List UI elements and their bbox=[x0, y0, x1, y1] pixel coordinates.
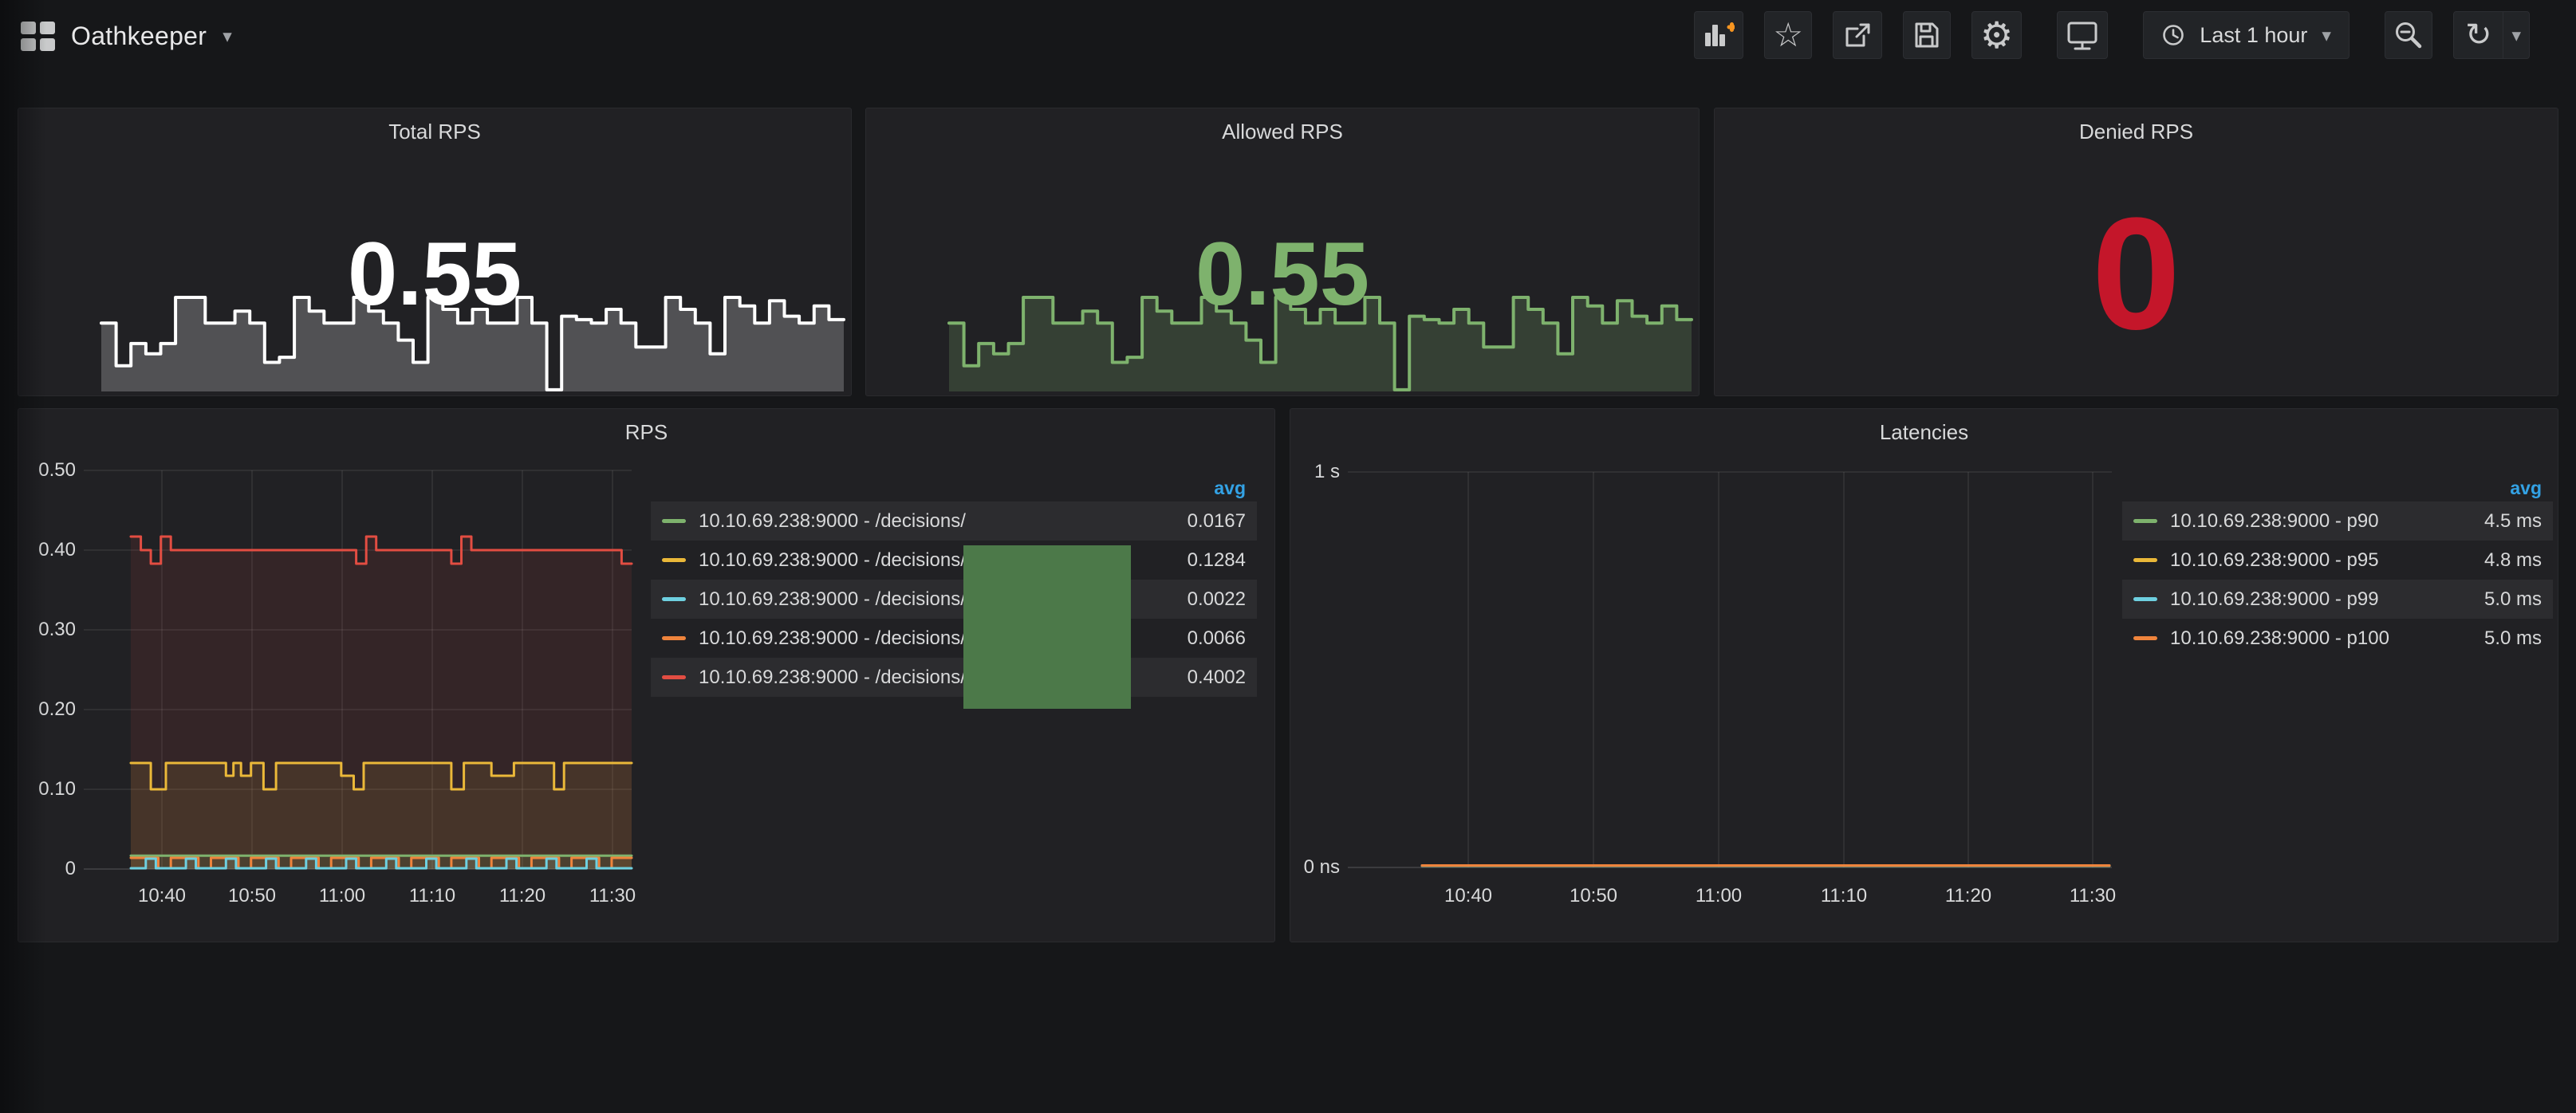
refresh-icon: ↻ bbox=[2465, 19, 2492, 51]
series-color-dash bbox=[662, 558, 686, 562]
latencies-chart bbox=[1348, 472, 2112, 867]
legend-series-avg-value: 5.0 ms bbox=[2468, 627, 2542, 650]
legend-series-label: 10.10.69.238:9000 - p90 bbox=[2170, 510, 2379, 533]
legend-rows: 10.10.69.238:9000 - p904.5 ms10.10.69.23… bbox=[2122, 501, 2553, 658]
legend-row[interactable]: 10.10.69.238:9000 - /decisions/0.4002 bbox=[651, 658, 1257, 697]
panel-title-denied-rps[interactable]: Denied RPS bbox=[1715, 120, 2558, 144]
legend-series-label: 10.10.69.238:9000 - p95 bbox=[2170, 549, 2379, 572]
legend-row[interactable]: 10.10.69.238:9000 - p100 5.0 ms bbox=[2122, 619, 2553, 658]
series-color-dash bbox=[662, 519, 686, 523]
legend-series-label: 10.10.69.238:9000 - /decisions/ bbox=[699, 588, 966, 611]
legend-rows: 10.10.69.238:9000 - /decisions/0.016710.… bbox=[651, 501, 1257, 697]
add-panel-icon bbox=[1703, 21, 1735, 49]
zoom-out-button[interactable] bbox=[2385, 11, 2432, 59]
time-range-label: Last 1 hour bbox=[2200, 23, 2307, 48]
series-color-dash bbox=[2133, 558, 2157, 562]
save-button[interactable] bbox=[1903, 11, 1951, 59]
legend-row[interactable]: 10.10.69.238:9000 - p90 4.5 ms bbox=[2122, 501, 2553, 541]
panel-denied-rps: Denied RPS 0 bbox=[1714, 108, 2558, 396]
caret-down-icon: ▾ bbox=[223, 27, 232, 45]
navbar-actions: ☆ ⚙ Last 1 hour ▾ bbox=[1694, 11, 2530, 59]
legend-series-avg-value: 0.0066 bbox=[1172, 627, 1246, 650]
clock-icon bbox=[2161, 23, 2185, 47]
stat-value-total-rps: 0.55 bbox=[18, 230, 851, 319]
panel-title-total-rps[interactable]: Total RPS bbox=[18, 120, 851, 144]
refresh-button-group: ↻ ▾ bbox=[2453, 11, 2530, 59]
refresh-button[interactable]: ↻ bbox=[2454, 12, 2503, 58]
rps-legend: avg 10.10.69.238:9000 - /decisions/0.016… bbox=[651, 474, 1257, 697]
share-button[interactable] bbox=[1833, 11, 1882, 59]
legend-series-label: 10.10.69.238:9000 - /decisions/ bbox=[699, 627, 966, 650]
panel-title-rps[interactable]: RPS bbox=[18, 420, 1274, 445]
monitor-icon bbox=[2066, 19, 2099, 51]
legend-avg-header[interactable]: avg bbox=[651, 474, 1257, 501]
dashboard-grid-icon bbox=[21, 22, 55, 51]
legend-avg-header[interactable]: avg bbox=[2122, 474, 2553, 501]
legend-row[interactable]: 10.10.69.238:9000 - /decisions/0.0066 bbox=[651, 619, 1257, 658]
add-panel-button[interactable] bbox=[1694, 11, 1743, 59]
latencies-legend: avg 10.10.69.238:9000 - p904.5 ms10.10.6… bbox=[2122, 474, 2553, 658]
zoom-out-icon bbox=[2393, 20, 2424, 50]
legend-series-avg-value: 0.0167 bbox=[1172, 510, 1246, 533]
legend-series-label: 10.10.69.238:9000 - /decisions/ bbox=[699, 667, 966, 689]
settings-button[interactable]: ⚙ bbox=[1971, 11, 2022, 59]
green-overlay-region bbox=[963, 545, 1131, 709]
legend-series-avg-value: 4.5 ms bbox=[2468, 510, 2542, 533]
legend-row[interactable]: 10.10.69.238:9000 - /decisions/0.0167 bbox=[651, 501, 1257, 541]
legend-series-avg-value: 0.1284 bbox=[1172, 549, 1246, 572]
gear-icon: ⚙ bbox=[1980, 17, 2013, 53]
rps-plot-area[interactable] bbox=[84, 470, 632, 869]
share-icon bbox=[1841, 20, 1873, 50]
series-color-dash bbox=[2133, 636, 2157, 640]
stat-value-allowed-rps: 0.55 bbox=[866, 230, 1699, 319]
legend-row[interactable]: 10.10.69.238:9000 - /decisions/0.1284 bbox=[651, 541, 1257, 580]
legend-series-label: 10.10.69.238:9000 - /decisions/ bbox=[699, 549, 966, 572]
panel-total-rps: Total RPS 0.55 bbox=[18, 108, 852, 396]
caret-down-icon: ▾ bbox=[2322, 26, 2331, 45]
series-color-dash bbox=[662, 675, 686, 679]
latencies-plot-area[interactable] bbox=[1348, 472, 2112, 867]
save-icon bbox=[1912, 20, 1942, 50]
legend-series-label: 10.10.69.238:9000 - /decisions/ bbox=[699, 510, 966, 533]
refresh-interval-dropdown[interactable]: ▾ bbox=[2503, 12, 2529, 58]
series-color-dash bbox=[662, 636, 686, 640]
star-icon: ☆ bbox=[1773, 18, 1803, 52]
legend-series-label: 10.10.69.238:9000 - p100 bbox=[2170, 627, 2389, 650]
legend-series-avg-value: 5.0 ms bbox=[2468, 588, 2542, 611]
time-range-picker[interactable]: Last 1 hour ▾ bbox=[2143, 11, 2350, 59]
series-color-dash bbox=[2133, 597, 2157, 601]
series-color-dash bbox=[2133, 519, 2157, 523]
dashboard-title-button[interactable]: Oathkeeper ▾ bbox=[21, 0, 232, 72]
star-button[interactable]: ☆ bbox=[1764, 11, 1812, 59]
legend-series-avg-value: 0.4002 bbox=[1172, 667, 1246, 689]
panel-allowed-rps: Allowed RPS 0.55 bbox=[865, 108, 1700, 396]
series-color-dash bbox=[662, 597, 686, 601]
stat-value-denied-rps: 0 bbox=[1715, 195, 2558, 354]
panel-title-latencies[interactable]: Latencies bbox=[1290, 420, 2558, 445]
legend-row[interactable]: 10.10.69.238:9000 - p99 5.0 ms bbox=[2122, 580, 2553, 619]
panel-title-allowed-rps[interactable]: Allowed RPS bbox=[866, 120, 1699, 144]
rps-chart bbox=[84, 470, 632, 869]
dashboard-title: Oathkeeper bbox=[71, 22, 207, 51]
navbar: Oathkeeper ▾ ☆ ⚙ bbox=[0, 0, 2576, 72]
legend-row[interactable]: 10.10.69.238:9000 - p95 4.8 ms bbox=[2122, 541, 2553, 580]
legend-series-avg-value: 0.0022 bbox=[1172, 588, 1246, 611]
tv-mode-button[interactable] bbox=[2057, 11, 2108, 59]
caret-down-icon: ▾ bbox=[2511, 26, 2521, 45]
legend-row[interactable]: 10.10.69.238:9000 - /decisions/0.0022 bbox=[651, 580, 1257, 619]
legend-series-avg-value: 4.8 ms bbox=[2468, 549, 2542, 572]
legend-series-label: 10.10.69.238:9000 - p99 bbox=[2170, 588, 2379, 611]
